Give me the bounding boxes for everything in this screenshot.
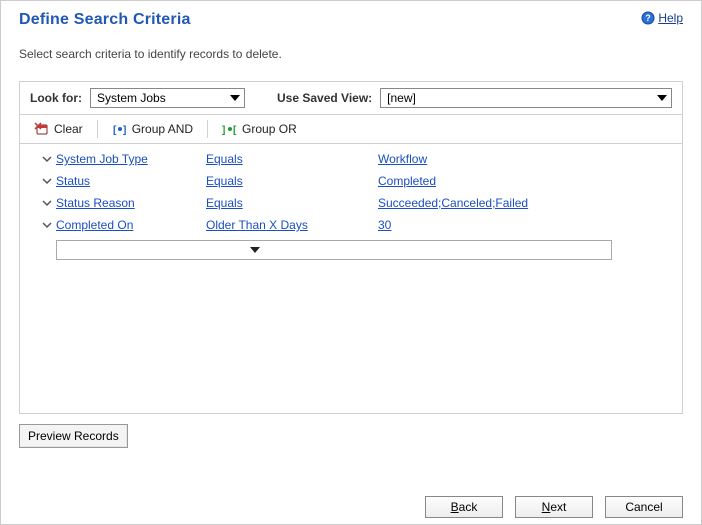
look-for-select[interactable]: System Jobs: [90, 88, 245, 108]
criteria-row: System Job Type Equals Workflow: [20, 148, 682, 170]
criteria-grid: System Job Type Equals Workflow Status E…: [19, 144, 683, 414]
back-button[interactable]: Back: [425, 496, 503, 518]
criteria-value-link[interactable]: Workflow: [378, 152, 427, 166]
saved-view-select[interactable]: [new]: [380, 88, 672, 108]
page-title: Define Search Criteria: [19, 11, 191, 29]
criteria-value-link[interactable]: Succeeded;Canceled;Failed: [378, 196, 528, 210]
criteria-row: Status Reason Equals Succeeded;Canceled;…: [20, 192, 682, 214]
chevron-down-icon[interactable]: [42, 176, 56, 186]
criteria-value-link[interactable]: Completed: [378, 174, 436, 188]
criteria-value-link[interactable]: 30: [378, 218, 391, 232]
subtitle-text: Select search criteria to identify recor…: [19, 47, 683, 61]
svg-text:]: ]: [222, 125, 225, 136]
criteria-field-link[interactable]: Completed On: [56, 218, 133, 232]
criteria-operator-link[interactable]: Equals: [206, 196, 243, 210]
toolbar-divider: [97, 120, 98, 138]
criteria-toolbar: Clear [ ] Group AND ] [ Group OR: [19, 114, 683, 144]
criteria-row: Status Equals Completed: [20, 170, 682, 192]
criteria-row: Completed On Older Than X Days 30: [20, 214, 682, 236]
group-and-label: Group AND: [132, 122, 193, 136]
help-label: Help: [658, 11, 683, 25]
new-criteria-select[interactable]: [57, 241, 611, 259]
criteria-operator-link[interactable]: Older Than X Days: [206, 218, 308, 232]
criteria-operator-link[interactable]: Equals: [206, 174, 243, 188]
group-and-button[interactable]: [ ] Group AND: [106, 119, 199, 139]
criteria-field-link[interactable]: System Job Type: [56, 152, 148, 166]
chevron-down-icon[interactable]: [42, 198, 56, 208]
chevron-down-icon[interactable]: [42, 154, 56, 164]
criteria-new-row: [20, 240, 682, 260]
cancel-button[interactable]: Cancel: [605, 496, 683, 518]
clear-label: Clear: [54, 122, 83, 136]
clear-button[interactable]: Clear: [28, 119, 89, 139]
group-and-icon: [ ]: [112, 121, 128, 137]
help-link[interactable]: ? Help: [641, 11, 683, 25]
criteria-field-link[interactable]: Status Reason: [56, 196, 135, 210]
group-or-button[interactable]: ] [ Group OR: [216, 119, 303, 139]
criteria-field-link[interactable]: Status: [56, 174, 90, 188]
svg-text:[: [: [233, 125, 237, 136]
svg-text:]: ]: [123, 125, 126, 136]
criteria-operator-link[interactable]: Equals: [206, 152, 243, 166]
look-for-label: Look for:: [30, 91, 82, 105]
svg-text:[: [: [113, 125, 117, 136]
svg-text:?: ?: [646, 13, 652, 23]
group-or-icon: ] [: [222, 121, 238, 137]
help-icon: ?: [641, 11, 655, 25]
next-button[interactable]: Next: [515, 496, 593, 518]
preview-records-button[interactable]: Preview Records: [19, 424, 128, 448]
clear-icon: [34, 121, 50, 137]
saved-view-label: Use Saved View:: [277, 91, 372, 105]
lookup-bar: Look for: System Jobs Use Saved View: [n…: [19, 81, 683, 114]
wizard-footer: Back Next Cancel: [1, 496, 701, 518]
toolbar-divider: [207, 120, 208, 138]
chevron-down-icon[interactable]: [42, 220, 56, 230]
group-or-label: Group OR: [242, 122, 297, 136]
